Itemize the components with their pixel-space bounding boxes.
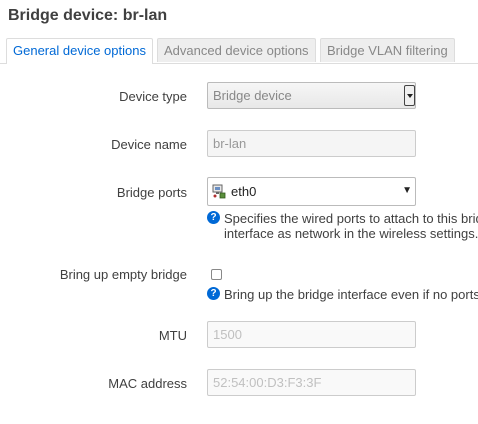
bridge-ports-value: eth0	[231, 184, 257, 199]
bring-up-empty-bridge-checkbox[interactable]	[211, 269, 222, 280]
help-line-2: interface as network in the wireless set…	[224, 226, 478, 241]
mtu-label: MTU	[158, 328, 187, 343]
help-icon: ?	[207, 287, 220, 300]
bridge-ports-help-text: Specifies the wired ports to attach to t…	[224, 211, 478, 241]
help-line-1: Specifies the wired ports to attach to t…	[224, 211, 478, 226]
page-title: Bridge device: br-lan	[8, 7, 168, 24]
device-name-field[interactable]: br-lan	[207, 130, 416, 157]
network-port-icon	[212, 184, 227, 202]
mtu-field[interactable]: 1500	[207, 321, 416, 348]
mac-address-field[interactable]: 52:54:00:D3:F3:3F	[207, 369, 416, 396]
chevron-down-icon	[404, 85, 415, 106]
help-icon: ?	[207, 211, 220, 224]
bridge-ports-dropdown[interactable]: eth0 ▼	[207, 177, 416, 206]
device-type-value: Bridge device	[213, 88, 292, 103]
tab-general-device-options[interactable]: General device options	[6, 38, 153, 64]
mac-address-label: MAC address	[108, 376, 187, 391]
device-name-label: Device name	[111, 137, 187, 152]
tab-advanced-device-options[interactable]: Advanced device options	[157, 38, 316, 62]
tab-bar: General device options Advanced device o…	[0, 38, 478, 64]
bridge-ports-label: Bridge ports	[116, 185, 187, 200]
dropdown-arrow-icon: ▼	[402, 185, 412, 196]
tab-bridge-vlan-filtering[interactable]: Bridge VLAN filtering	[320, 38, 455, 62]
device-type-select[interactable]: Bridge device	[207, 82, 416, 109]
bring-up-empty-bridge-label: Bring up empty bridge	[59, 267, 187, 282]
device-type-label: Device type	[119, 89, 187, 104]
bring-up-empty-bridge-help-text: Bring up the bridge interface even if no…	[224, 287, 478, 302]
